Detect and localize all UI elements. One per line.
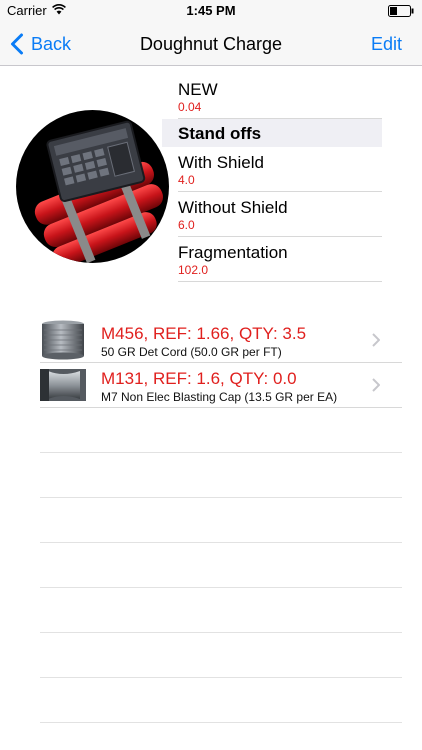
empty-row [40, 588, 402, 633]
detail-label: Without Shield [178, 198, 288, 217]
det-cord-spool-icon [42, 320, 84, 360]
charge-image [16, 110, 169, 263]
detail-value: 102.0 [178, 263, 209, 277]
empty-row [40, 408, 402, 453]
status-bar: Carrier 1:45 PM [0, 0, 422, 22]
detail-value: 6.0 [178, 218, 195, 232]
component-row[interactable]: M456, REF: 1.66, QTY: 3.5 50 GR Det Cord… [40, 318, 402, 363]
component-subtitle: M7 Non Elec Blasting Cap (13.5 GR per EA… [101, 390, 338, 404]
detail-label: Fragmentation [178, 243, 288, 262]
status-time: 1:45 PM [186, 3, 236, 18]
detail-row-without-shield: Without Shield 6.0 [178, 192, 382, 237]
detail-value: 0.04 [178, 100, 202, 114]
detail-label: NEW [178, 80, 218, 99]
detail-row-fragmentation: Fragmentation 102.0 [178, 237, 382, 282]
empty-row [40, 498, 402, 543]
navigation-bar: Doughnut Charge Back Edit [0, 22, 422, 66]
battery-icon [388, 5, 414, 17]
chevron-left-icon [11, 33, 23, 55]
detail-row-new: NEW 0.04 [178, 74, 382, 119]
blasting-cap-icon [40, 369, 86, 401]
dynamite-bundle-icon [34, 120, 164, 263]
chevron-right-icon [372, 378, 380, 392]
detail-label: With Shield [178, 153, 264, 172]
empty-row [40, 633, 402, 678]
detail-value: 4.0 [178, 173, 195, 187]
empty-row [40, 678, 402, 723]
charge-details: NEW 0.04 With Shield 4.0 Without Shield … [178, 74, 382, 282]
back-label: Back [31, 33, 72, 54]
component-title: M456, REF: 1.66, QTY: 3.5 [101, 324, 307, 343]
back-button[interactable]: Back [10, 22, 71, 66]
component-list: M456, REF: 1.66, QTY: 3.5 50 GR Det Cord… [40, 318, 402, 750]
component-title: M131, REF: 1.6, QTY: 0.0 [101, 369, 297, 388]
empty-row [40, 453, 402, 498]
component-subtitle: 50 GR Det Cord (50.0 GR per FT) [101, 345, 282, 359]
detail-row-with-shield: With Shield 4.0 [178, 147, 382, 192]
empty-row [40, 723, 402, 750]
chevron-right-icon [372, 333, 380, 347]
component-row[interactable]: M131, REF: 1.6, QTY: 0.0 M7 Non Elec Bla… [40, 363, 402, 408]
edit-button[interactable]: Edit [371, 22, 402, 66]
empty-row [40, 543, 402, 588]
